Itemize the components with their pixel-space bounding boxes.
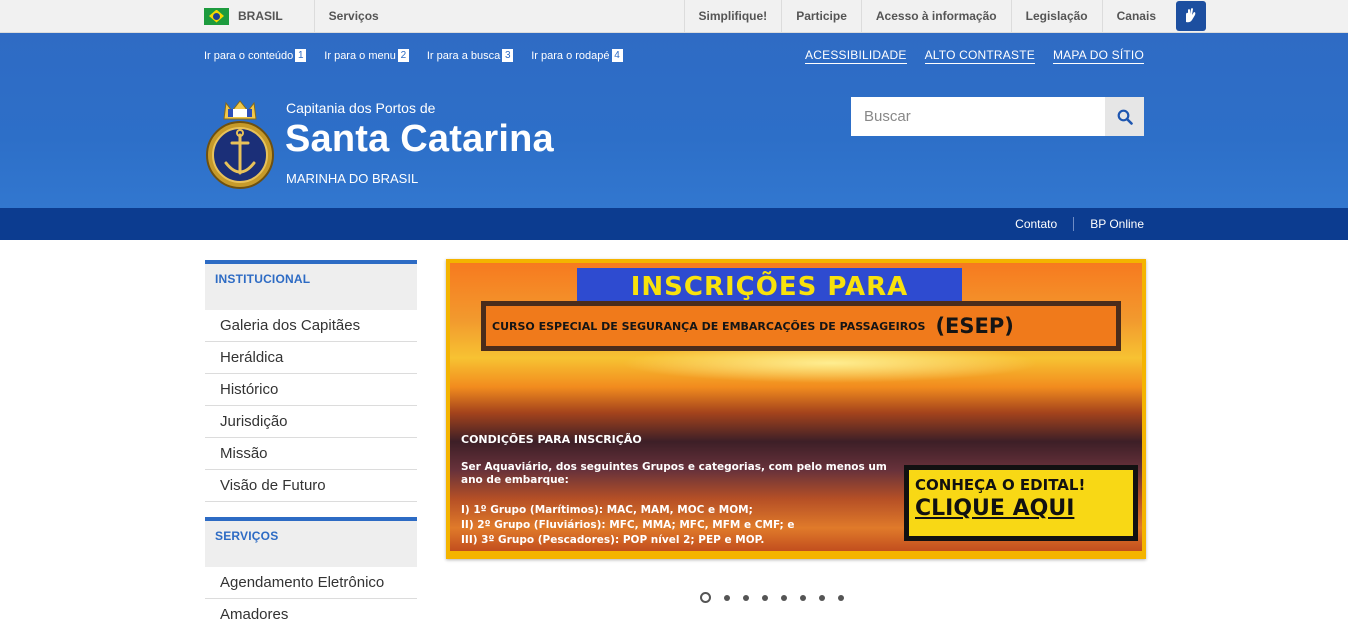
banner-course-name: CURSO ESPECIAL DE SEGURANÇA DE EMBARCAÇÕ…	[492, 319, 926, 333]
carousel-dot[interactable]	[819, 594, 825, 601]
gov-link-simplifique[interactable]: Simplifique!	[683, 0, 782, 32]
header-utility-links: ACESSIBILIDADE ALTO CONTRASTE MAPA DO SÍ…	[805, 48, 1144, 64]
gov-link-canais[interactable]: Canais	[1101, 0, 1170, 32]
banner-cta-line2: CLIQUE AQUI	[915, 496, 1075, 521]
banner-group-line: II) 2º Grupo (Fluviários): MFC, MMA; MFC…	[461, 519, 795, 531]
banner-cta-button[interactable]: CONHEÇA O EDITAL! CLIQUE AQUI	[904, 465, 1138, 541]
sidebar-section-institucional: INSTITUCIONAL Galeria dos Capitães Herál…	[205, 260, 417, 502]
gov-top-bar: BRASIL Serviços Simplifique! Participe A…	[0, 0, 1348, 33]
carousel-dot[interactable]	[781, 594, 787, 601]
accessibility-shortcuts: Ir para o conteúdo 1 Ir para o menu 2 Ir p…	[204, 49, 623, 62]
banner-group-line: III) 3º Grupo (Pescadores): POP nível 2;…	[461, 534, 765, 546]
skip-to-content-link[interactable]: Ir para o conteúdo 1	[204, 49, 307, 62]
brazil-flag-icon[interactable]	[204, 7, 229, 25]
gov-brasil-link[interactable]: BRASIL	[238, 0, 315, 32]
gov-link-participe[interactable]: Participe	[781, 0, 861, 32]
sidebar-item-visao-futuro[interactable]: Visão de Futuro	[205, 470, 417, 502]
carousel-dot[interactable]	[838, 594, 844, 601]
esep-banner-slide[interactable]: INSCRIÇÕES PARA CURSO ESPECIAL DE SEGURA…	[450, 263, 1142, 551]
sidebar-section-title[interactable]: INSTITUCIONAL	[205, 260, 417, 310]
sidebar-section-title[interactable]: SERVIÇOS	[205, 517, 417, 567]
vlibras-hands-icon[interactable]	[1176, 1, 1206, 31]
sidebar-item-historico[interactable]: Histórico	[205, 374, 417, 406]
search-bar	[851, 97, 1144, 136]
banner-cta-line1: CONHEÇA O EDITAL!	[915, 476, 1086, 494]
sidebar-item-agendamento[interactable]: Agendamento Eletrônico	[205, 567, 417, 599]
sidebar-item-galeria-capitaes[interactable]: Galeria dos Capitães	[205, 310, 417, 342]
carousel-pagination	[700, 592, 844, 603]
sidebar-item-jurisdicao[interactable]: Jurisdição	[205, 406, 417, 438]
banner-carousel[interactable]: INSCRIÇÕES PARA CURSO ESPECIAL DE SEGURA…	[446, 259, 1146, 559]
banner-requirement: Ser Aquaviário, dos seguintes Grupos e c…	[461, 461, 887, 486]
banner-course-abbr: (ESEP)	[935, 314, 1014, 338]
search-input[interactable]	[851, 97, 1105, 136]
site-subtitle: Capitania dos Portos de	[286, 100, 436, 116]
site-map-link[interactable]: MAPA DO SÍTIO	[1052, 48, 1144, 64]
banner-conditions-title: CONDIÇÕES PARA INSCRIÇÃO	[461, 433, 642, 446]
banner-group-line: I) 1º Grupo (Marítimos): MAC, MAM, MOC e…	[461, 504, 753, 516]
bp-online-link[interactable]: BP Online	[1074, 217, 1144, 231]
sidebar-menu: INSTITUCIONAL Galeria dos Capitães Herál…	[205, 260, 417, 625]
main-content: INSTITUCIONAL Galeria dos Capitães Herál…	[0, 240, 1348, 625]
gov-link-legislacao[interactable]: Legislação	[1010, 0, 1102, 32]
carousel-dot[interactable]	[762, 594, 768, 601]
sidebar-item-missao[interactable]: Missão	[205, 438, 417, 470]
sidebar-section-servicos: SERVIÇOS Agendamento Eletrônico Amadores	[205, 517, 417, 625]
search-icon	[1117, 109, 1133, 125]
carousel-dot[interactable]	[724, 594, 730, 601]
skip-to-menu-link[interactable]: Ir para o menu 2	[324, 49, 409, 62]
site-title[interactable]: Santa Catarina	[285, 118, 554, 161]
banner-heading: INSCRIÇÕES PARA	[577, 268, 962, 304]
banner-groups: I) 1º Grupo (Marítimos): MAC, MAM, MOC e…	[461, 503, 901, 548]
navy-emblem-logo[interactable]	[204, 99, 276, 195]
gov-link-acesso-informacao[interactable]: Acesso à informação	[860, 0, 1011, 32]
carousel-dot[interactable]	[800, 594, 806, 601]
high-contrast-link[interactable]: ALTO CONTRASTE	[924, 48, 1035, 64]
sidebar-item-heraldica[interactable]: Heráldica	[205, 342, 417, 374]
skip-to-footer-link[interactable]: Ir para o rodapé 4	[531, 49, 623, 62]
contact-link[interactable]: Contato	[999, 217, 1075, 231]
site-owner: MARINHA DO BRASIL	[286, 171, 419, 186]
carousel-dot[interactable]	[743, 594, 749, 601]
site-header: Ir para o conteúdo 1 Ir para o menu 2 Ir p…	[0, 33, 1348, 208]
skip-to-search-link[interactable]: Ir para a busca 3	[427, 49, 514, 62]
banner-course-box: CURSO ESPECIAL DE SEGURANÇA DE EMBARCAÇÕ…	[481, 301, 1121, 351]
sidebar-item-amadores[interactable]: Amadores	[205, 599, 417, 625]
service-bar: Contato BP Online	[0, 208, 1348, 240]
search-button[interactable]	[1105, 97, 1144, 136]
accessibility-link[interactable]: ACESSIBILIDADE	[805, 48, 907, 64]
carousel-dot[interactable]	[700, 592, 711, 603]
gov-services-link[interactable]: Serviços	[315, 0, 379, 32]
